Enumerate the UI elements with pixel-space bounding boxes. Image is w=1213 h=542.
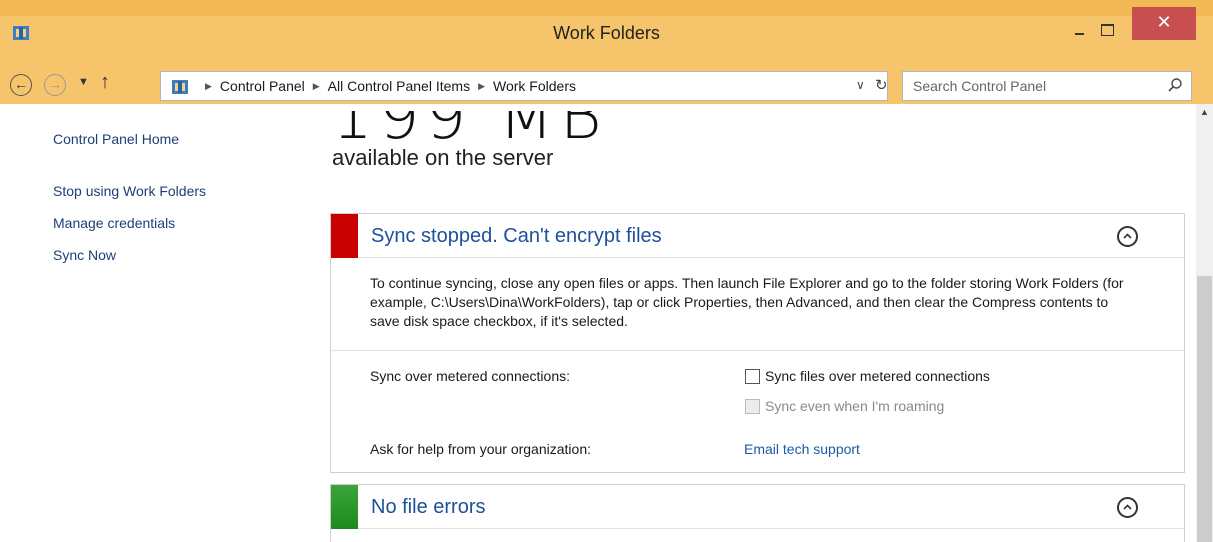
forward-arrow-icon: → [48, 76, 62, 92]
sync-error-description: To continue syncing, close any open file… [370, 275, 1124, 329]
collapse-button[interactable] [1117, 226, 1138, 247]
breadcrumb-control-panel[interactable]: Control Panel [220, 78, 305, 94]
help-label: Ask for help from your organization: [370, 441, 591, 457]
sidebar-item-control-panel-home[interactable]: Control Panel Home [53, 131, 179, 147]
scrollbar-thumb[interactable] [1197, 276, 1212, 542]
sync-metered-option-label[interactable]: Sync files over metered connections [765, 368, 990, 384]
search-box[interactable] [902, 71, 1192, 101]
sidebar-item-sync-now[interactable]: Sync Now [53, 247, 116, 263]
breadcrumb-work-folders[interactable]: Work Folders [493, 78, 576, 94]
minimize-button[interactable] [1068, 22, 1090, 40]
file-errors-header[interactable]: No file errors [331, 485, 1184, 529]
sync-metered-checkbox[interactable] [745, 369, 760, 384]
breadcrumb-all-items[interactable]: All Control Panel Items [328, 78, 470, 94]
panel-divider [331, 350, 1184, 351]
recent-locations-button[interactable]: ▼ [78, 76, 89, 88]
address-dropdown-icon[interactable]: ∨ [856, 78, 865, 92]
breadcrumb-separator-icon[interactable]: ▶ [478, 81, 485, 92]
error-status-stripe [331, 214, 358, 258]
search-input[interactable] [913, 76, 1153, 96]
sync-roaming-checkbox [745, 399, 760, 414]
search-icon[interactable] [1167, 77, 1183, 93]
up-arrow-icon: ↑ [100, 71, 110, 93]
metered-connections-label: Sync over metered connections: [370, 368, 570, 384]
vertical-scrollbar[interactable]: ▲ [1196, 104, 1213, 542]
back-arrow-icon: ← [14, 76, 28, 92]
email-tech-support-link[interactable]: Email tech support [744, 441, 860, 457]
address-bar: ← → ▼ ↑ ▶ Control Panel ▶ All Control Pa… [0, 68, 1213, 104]
up-button[interactable]: ↑ [100, 71, 110, 94]
file-errors-panel: No file errors [330, 484, 1185, 542]
forward-button[interactable]: → [44, 74, 66, 96]
breadcrumb-separator-icon: ▶ [205, 80, 212, 91]
control-panel-icon [172, 80, 188, 94]
title-bar-strip [0, 0, 1213, 16]
chevron-up-icon [1123, 233, 1132, 239]
chevron-up-icon [1123, 504, 1132, 510]
sidebar: Control Panel Home Stop using Work Folde… [0, 104, 320, 542]
ok-status-stripe [331, 485, 358, 529]
sync-roaming-option-label: Sync even when I'm roaming [765, 398, 945, 414]
scroll-up-icon[interactable]: ▲ [1196, 104, 1213, 121]
maximize-button[interactable] [1094, 18, 1120, 42]
close-icon: ✕ [1156, 12, 1172, 32]
sidebar-item-stop-using[interactable]: Stop using Work Folders [53, 183, 206, 199]
title-bar: Work Folders ✕ [0, 0, 1213, 68]
sidebar-item-manage-credentials[interactable]: Manage credentials [53, 215, 175, 231]
close-button[interactable]: ✕ [1132, 7, 1196, 40]
refresh-icon[interactable]: ↻ [875, 76, 888, 94]
breadcrumb-items: ▶ Control Panel ▶ All Control Panel Item… [197, 72, 576, 100]
available-space-caption: available on the server [332, 145, 554, 170]
chevron-down-icon: ▼ [78, 76, 89, 88]
sync-status-title: Sync stopped. Can't encrypt files [371, 225, 662, 247]
window-title: Work Folders [553, 23, 660, 43]
sync-status-header[interactable]: Sync stopped. Can't encrypt files [331, 214, 1184, 258]
collapse-button[interactable] [1117, 497, 1138, 518]
file-errors-title: No file errors [371, 496, 486, 518]
back-button[interactable]: ← [10, 74, 32, 96]
breadcrumb-separator-icon[interactable]: ▶ [313, 81, 320, 92]
breadcrumb[interactable]: ▶ Control Panel ▶ All Control Panel Item… [160, 71, 888, 101]
sync-status-panel: Sync stopped. Can't encrypt files To con… [330, 213, 1185, 473]
